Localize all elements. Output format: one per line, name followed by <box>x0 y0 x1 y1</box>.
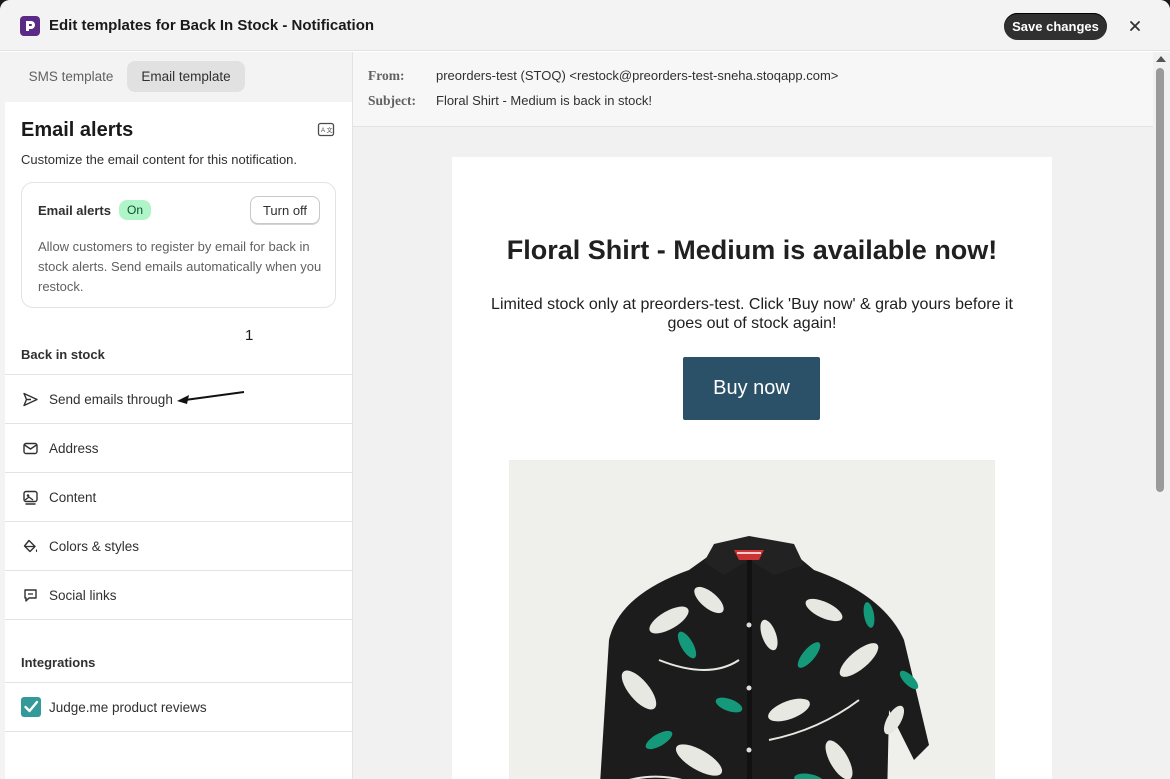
nav-item-social-links[interactable]: Social links <box>5 570 352 619</box>
email-alerts-card: Email alerts On Turn off Allow customers… <box>21 182 336 308</box>
send-icon <box>22 391 39 408</box>
modal-header: Edit templates for Back In Stock - Notif… <box>0 0 1170 51</box>
card-label: Email alerts <box>38 203 111 218</box>
modal: Edit templates for Back In Stock - Notif… <box>0 0 1170 779</box>
email-heading: Floral Shirt - Medium is available now! <box>506 235 998 265</box>
subject-label: Subject: <box>368 93 416 108</box>
nav-item-label: Colors & styles <box>49 539 140 554</box>
modal-title: Edit templates for Back In Stock - Notif… <box>49 17 375 34</box>
card-description: Allow customers to register by email for… <box>38 239 322 294</box>
section-description: Customize the email content for this not… <box>21 152 298 167</box>
email-text: Limited stock only at preorders-test. Cl… <box>491 296 1013 332</box>
buy-now-button[interactable]: Buy now <box>683 357 820 420</box>
scroll-up-icon[interactable] <box>1156 56 1166 62</box>
tab-sms-template[interactable]: SMS template <box>17 61 125 92</box>
paint-bucket-icon <box>22 538 39 555</box>
divider <box>5 619 352 620</box>
nav-item-content[interactable]: Content <box>5 472 352 521</box>
nav-item-label: Send emails through <box>49 392 173 407</box>
scrollbar[interactable] <box>1153 52 1170 779</box>
status-badge: On <box>119 200 152 220</box>
from-value: preorders-test (STOQ) <restock@preorders… <box>436 68 839 83</box>
app-logo-icon <box>20 16 40 36</box>
email-body: Floral Shirt - Medium is available now! … <box>452 157 1052 779</box>
settings-panel: SMS template Email template Email alerts… <box>5 52 353 779</box>
email-meta: From: preorders-test (STOQ) <restock@pre… <box>353 52 1153 127</box>
back-in-stock-heading: Back in stock <box>21 347 105 362</box>
nav-item-address[interactable]: Address <box>5 423 352 472</box>
integrations-heading: Integrations <box>21 655 96 670</box>
annotation-arrow <box>177 391 245 404</box>
envelope-icon <box>22 440 39 457</box>
nav-item-label: Address <box>49 441 99 456</box>
nav-item-label: Judge.me product reviews <box>49 700 207 715</box>
product-image <box>509 460 995 779</box>
svg-text:文: 文 <box>327 127 333 135</box>
image-content-icon <box>22 489 39 506</box>
tab-email-template[interactable]: Email template <box>127 61 245 92</box>
save-changes-button[interactable]: Save changes <box>1004 13 1107 40</box>
svg-text:A: A <box>321 128 325 134</box>
close-icon[interactable] <box>1126 17 1144 35</box>
nav-item-label: Social links <box>49 588 117 603</box>
subject-value: Floral Shirt - Medium is back in stock! <box>436 93 653 108</box>
nav-item-label: Content <box>49 490 97 505</box>
nav-item-colors-styles[interactable]: Colors & styles <box>5 521 352 570</box>
scroll-thumb[interactable] <box>1156 68 1164 492</box>
judgeme-logo-icon <box>21 697 41 717</box>
divider <box>5 731 352 732</box>
translate-icon[interactable]: A文 <box>317 121 335 139</box>
email-preview-panel: From: preorders-test (STOQ) <restock@pre… <box>353 52 1153 779</box>
from-label: From: <box>368 68 405 83</box>
template-tabs: SMS template Email template <box>5 52 352 102</box>
nav-item-judgeme-product-reviews[interactable]: Judge.me product reviews <box>5 682 352 731</box>
social-chat-icon <box>22 587 39 604</box>
annotation-number: 1 <box>245 327 254 344</box>
turn-off-button[interactable]: Turn off <box>250 196 320 224</box>
section-title: Email alerts <box>21 119 134 141</box>
